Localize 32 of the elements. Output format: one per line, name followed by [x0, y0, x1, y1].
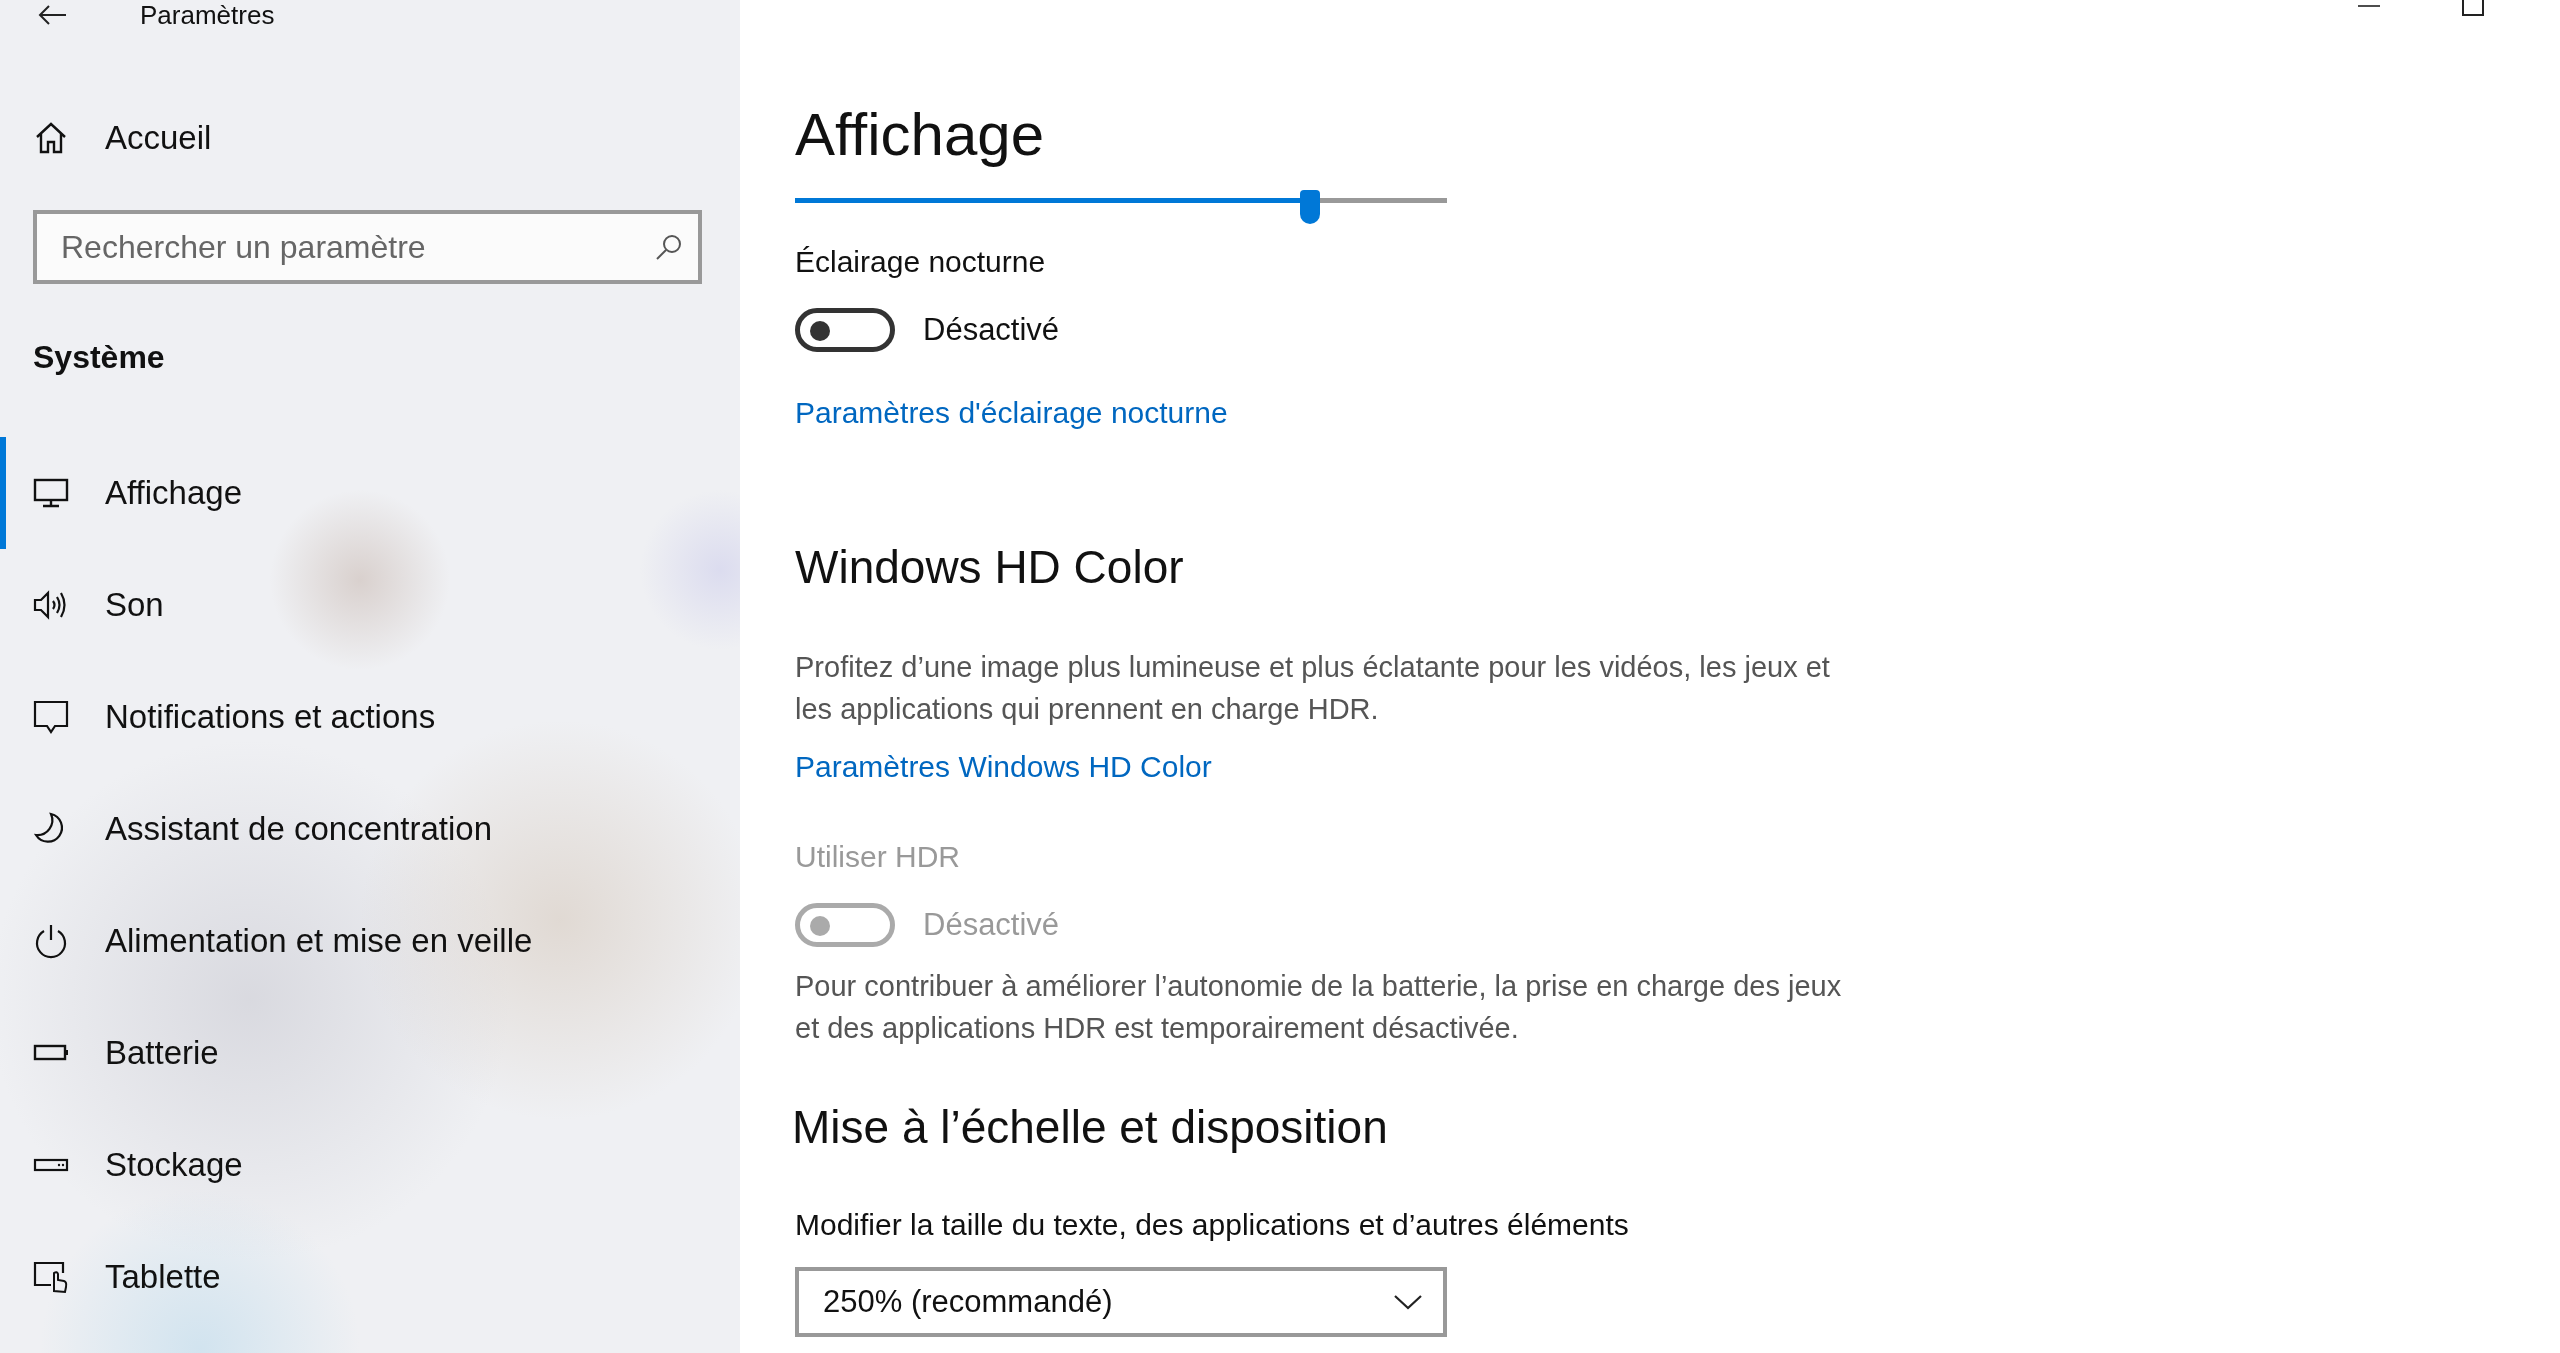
- info-text: Pour contribuer à améliorer l’autonomie de la batterie, la prise en charge des jeux et des applications HDR est temporairement désactivée.: [795, 969, 1843, 1046]
- description-text: Profitez d’une image plus lumineuse et plus éclatante pour les vidéos, les jeux et les applications qui prennent en charge HDR.: [795, 650, 1831, 727]
- chevron-down-icon: [1393, 1293, 1423, 1311]
- search-icon[interactable]: [654, 232, 684, 262]
- toggle-state: Désactivé: [923, 907, 1060, 943]
- home-link[interactable]: Accueil: [0, 108, 740, 168]
- sidebar-item[interactable]: Stockage: [0, 1109, 740, 1221]
- sidebar-item[interactable]: Tablette: [0, 1221, 740, 1333]
- section-heading: Windows HD Color: [795, 540, 1185, 595]
- toggle-switch[interactable]: [795, 308, 895, 352]
- sidebar-item[interactable]: Affichage: [0, 437, 740, 549]
- section-heading: Mise à l’échelle et disposition: [792, 1100, 1389, 1155]
- search-field[interactable]: Rechercher un paramètre: [33, 210, 702, 284]
- power-icon: [33, 923, 69, 959]
- sidebar-item[interactable]: Notifications et actions: [0, 661, 740, 773]
- sidebar-item[interactable]: Batterie: [0, 997, 740, 1109]
- setting-label: Modifier la taille du texte, des applications et d’autres éléments: [795, 1207, 1630, 1243]
- back-icon[interactable]: [38, 5, 68, 25]
- hd-color-settings-link[interactable]: Paramètres Windows HD Color: [795, 747, 2560, 787]
- sidebar-item[interactable]: Son: [0, 549, 740, 661]
- tablet-icon: [33, 1259, 69, 1295]
- setting-label: Utiliser HDR: [795, 839, 961, 875]
- toggle-state: Désactivé: [923, 312, 1060, 348]
- sidebar-item[interactable]: Alimentation et mise en veille: [0, 885, 740, 997]
- section-heading: Système: [33, 338, 166, 377]
- night-light-settings-link[interactable]: Paramètres d'éclairage nocturne: [795, 393, 2560, 433]
- scale-dropdown[interactable]: 250% (recommandé): [795, 1267, 1447, 1337]
- sidebar-item[interactable]: Assistant de concentration: [0, 773, 740, 885]
- message-icon: [33, 699, 69, 735]
- window-title: Paramètres: [140, 0, 275, 31]
- page-title: Affichage: [795, 100, 1046, 170]
- setting-label: Éclairage nocturne: [795, 244, 1047, 280]
